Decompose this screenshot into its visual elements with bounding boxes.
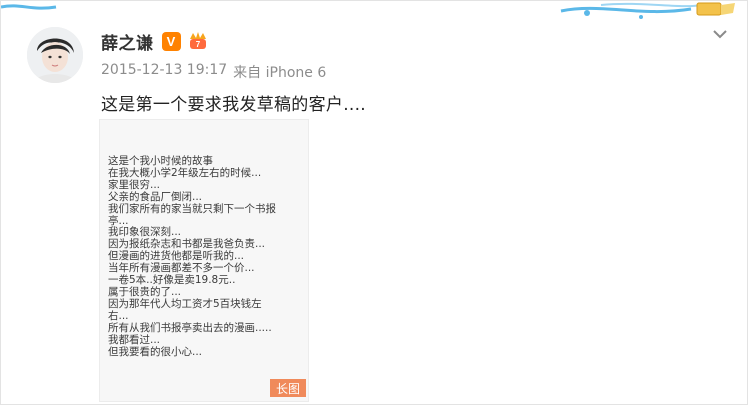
long-image-thumbnail[interactable]: 这是个我小时候的故事 在我大概小学2年级左右的时候... 家里很穷... 父亲的食品厂…	[99, 119, 309, 402]
post-timestamp[interactable]: 2015-12-13 19:17	[101, 62, 227, 82]
image-text-line: 所有从我们书报亭卖出去的漫画.....	[108, 321, 272, 334]
vip-level-icon: 7	[189, 32, 206, 49]
avatar[interactable]	[27, 27, 83, 83]
image-text-line: 但我要看的很小心...	[108, 345, 203, 358]
image-text-line: 右...	[108, 309, 129, 322]
image-text-block: 这是个我小时候的故事 在我大概小学2年级左右的时候... 家里很穷... 父亲的食品厂…	[108, 155, 304, 358]
verified-v-icon: V	[161, 31, 181, 51]
post-meta: 2015-12-13 19:17 来自 iPhone 6	[101, 62, 326, 82]
avatar-image	[27, 27, 83, 83]
post-text: 这是第一个要求我发草稿的客户....	[101, 95, 367, 115]
image-text-line: 我都看过...	[108, 333, 161, 346]
svg-text:7: 7	[195, 40, 200, 49]
chevron-down-icon[interactable]	[711, 25, 729, 43]
image-text-line: 家里很穷...	[108, 178, 161, 191]
image-text-line: 父亲的食品厂倒闭...	[108, 190, 203, 203]
image-text-line: 我们家所有的家当就只剩下一个书报	[108, 202, 276, 215]
header-decoration	[1, 2, 735, 19]
weibo-post-card: 薛之谦 V 7 2015-12-13 19:17 来自 iPhone 6 这是第…	[0, 0, 748, 405]
image-text-line: 因为那年代人均工资才5百块钱左	[108, 297, 262, 310]
author-row: 薛之谦 V 7	[101, 29, 209, 54]
username[interactable]: 薛之谦	[101, 29, 154, 54]
post-source: 来自 iPhone 6	[233, 65, 327, 81]
long-image-badge: 长图	[270, 379, 306, 397]
